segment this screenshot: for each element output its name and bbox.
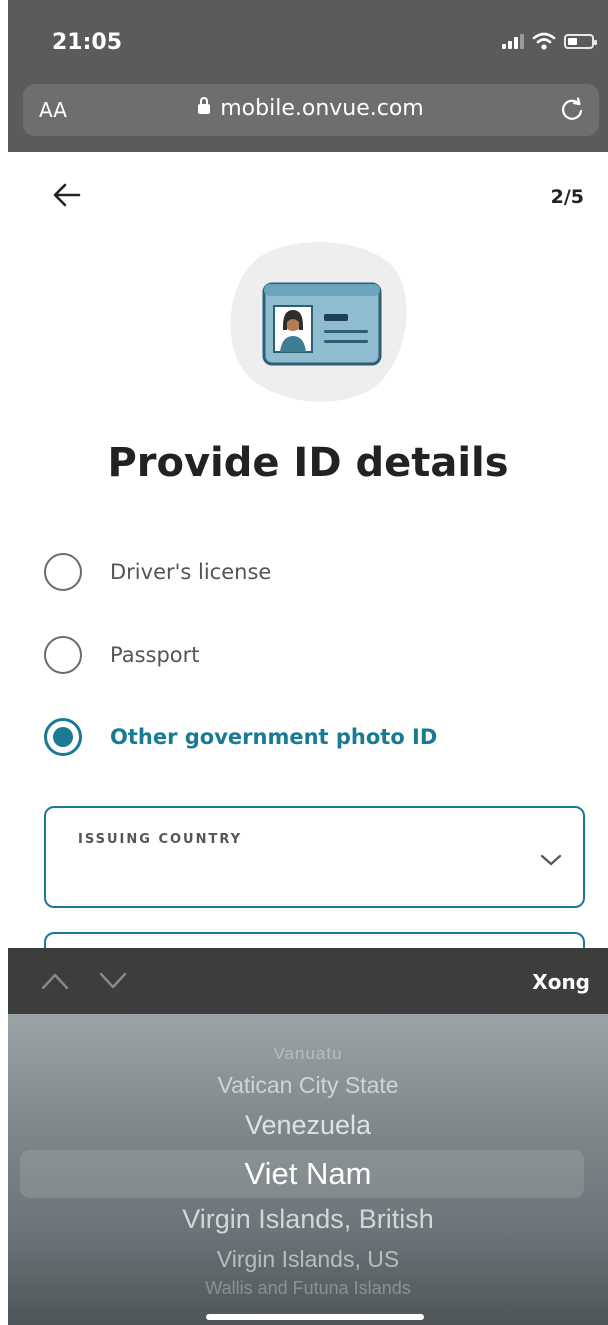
radio-label: Driver's license [110,560,272,584]
wifi-icon [532,32,556,50]
reload-icon[interactable] [557,94,587,124]
radio-button-selected[interactable] [44,718,82,756]
url-display[interactable]: mobile.onvue.com [23,96,599,121]
picker-option[interactable]: Vanuatu [8,1044,608,1064]
back-arrow-icon[interactable] [52,180,82,210]
issuing-country-label: ISSUING COUNTRY [78,832,243,847]
address-bar[interactable]: AA mobile.onvue.com [23,84,599,136]
id-card-illustration-icon [230,242,407,402]
url-text: mobile.onvue.com [220,96,424,121]
picker-option[interactable]: Vatican City State [8,1072,608,1099]
phone-screen: 21:05 AA mobile.onvue.com 2/5 Provide ID… [8,0,608,1325]
radio-button[interactable] [44,553,82,591]
step-indicator: 2/5 [550,186,584,208]
radio-passport[interactable]: Passport [44,635,200,675]
done-button[interactable]: Xong [532,970,590,994]
picker-option-selected[interactable]: Viet Nam [8,1156,608,1192]
radio-label: Other government photo ID [110,725,438,749]
chevron-up-icon[interactable] [40,970,70,992]
issuing-country-select[interactable]: ISSUING COUNTRY [44,806,585,908]
country-picker-wheel[interactable]: Vanuatu Vatican City State Venezuela Vie… [8,1014,608,1325]
picker-option[interactable]: Virgin Islands, British [8,1204,608,1235]
home-indicator [206,1314,424,1320]
picker-option[interactable]: Venezuela [8,1110,608,1141]
radio-other-government-id[interactable]: Other government photo ID [44,717,437,757]
radio-drivers-license[interactable]: Driver's license [44,552,271,592]
lock-icon [198,97,211,114]
chevron-down-icon [540,854,562,866]
picker-option[interactable]: Virgin Islands, US [8,1246,608,1273]
picker-toolbar: Xong [8,948,608,1014]
picker-option[interactable]: Wallis and Futuna Islands [8,1278,608,1299]
status-icons [502,32,597,50]
page-title: Provide ID details [107,440,509,486]
signal-icon [502,33,524,49]
browser-chrome: 21:05 AA mobile.onvue.com [8,0,608,152]
battery-icon [564,33,597,49]
radio-button[interactable] [44,636,82,674]
status-time: 21:05 [52,30,123,55]
radio-label: Passport [110,643,200,667]
chevron-down-icon[interactable] [98,970,128,992]
